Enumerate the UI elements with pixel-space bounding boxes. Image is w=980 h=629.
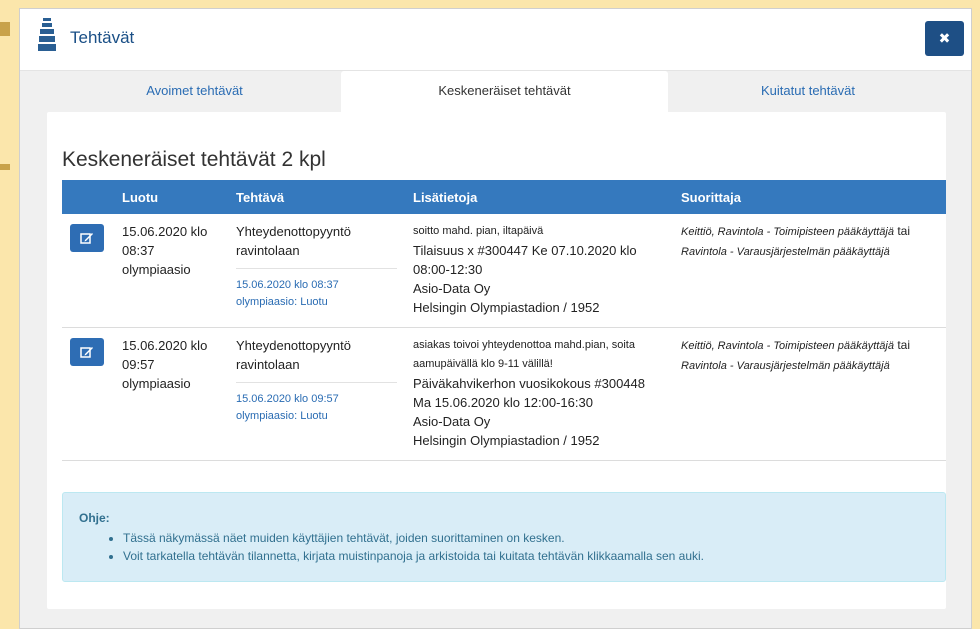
cell-performer: Keittiö, Ravintola - Toimipisteen pääkäy… xyxy=(673,328,946,461)
info-company: Asio-Data Oy xyxy=(413,281,491,296)
info-event-time: Ma 15.06.2020 klo 12:00-16:30 xyxy=(413,395,593,410)
task-meta-status: olympiaasio: Luotu xyxy=(236,296,328,308)
tasks-table: Luotu Tehtävä Lisätietoja Suorittaja 15.… xyxy=(62,180,946,461)
background-accent xyxy=(0,164,10,170)
created-date: 15.06.2020 klo xyxy=(122,224,208,239)
row-actions xyxy=(62,328,114,461)
help-list: Tässä näkymässä näet muiden käyttäjien t… xyxy=(79,529,929,565)
created-by: olympiaasio xyxy=(122,376,191,391)
cell-info: soitto mahd. pian, iltapäivä Tilaisuus x… xyxy=(405,214,673,328)
created-date: 15.06.2020 klo xyxy=(122,338,208,353)
modal-title: Tehtävät xyxy=(70,28,135,47)
table-row[interactable]: 15.06.2020 klo 09:57 olympiaasio Yhteyde… xyxy=(62,328,946,461)
tab-open-tasks[interactable]: Avoimet tehtävät xyxy=(48,71,341,113)
info-note: soitto mahd. pian, iltapäivä xyxy=(413,225,544,237)
edit-icon xyxy=(80,233,93,244)
info-venue: Helsingin Olympiastadion / 1952 xyxy=(413,300,600,315)
tab-in-progress-tasks[interactable]: Keskeneräiset tehtävät xyxy=(341,71,668,113)
column-header-info: Lisätietoja xyxy=(413,189,478,205)
table-row[interactable]: 15.06.2020 klo 08:37 olympiaasio Yhteyde… xyxy=(62,214,946,328)
info-event: Tilaisuus x #300447 Ke 07.10.2020 klo 08… xyxy=(413,243,637,277)
table-header-row: Luotu Tehtävä Lisätietoja Suorittaja xyxy=(62,180,946,214)
column-header-task: Tehtävä xyxy=(236,189,285,205)
tasks-modal: Tehtävät ✖ Avoimet tehtävät Keskeneräise… xyxy=(19,8,972,629)
close-button[interactable]: ✖ xyxy=(925,21,964,56)
cell-info: asiakas toivoi yhteydenottoa mahd.pian, … xyxy=(405,328,673,461)
performer-secondary: Ravintola - Varausjärjestelmän pääkäyttä… xyxy=(681,360,890,372)
info-note-continued: aamupäivällä klo 9-11 välillä! xyxy=(413,358,553,370)
cell-created: 15.06.2020 klo 08:37 olympiaasio xyxy=(114,214,228,328)
task-title: Yhteydenottopyyntö ravintolaan xyxy=(236,336,397,383)
performer-or: tai xyxy=(897,338,911,352)
performer-primary: Keittiö, Ravintola - Toimipisteen pääkäy… xyxy=(681,340,894,352)
task-meta-status: olympiaasio: Luotu xyxy=(236,410,328,422)
cell-performer: Keittiö, Ravintola - Toimipisteen pääkäy… xyxy=(673,214,946,328)
column-header-actions xyxy=(62,180,114,214)
edit-button[interactable] xyxy=(70,224,104,252)
modal-header: Tehtävät ✖ xyxy=(20,9,971,71)
info-note: asiakas toivoi yhteydenottoa mahd.pian, … xyxy=(413,339,635,351)
cell-task: Yhteydenottopyyntö ravintolaan 15.06.202… xyxy=(228,328,405,461)
column-header-performer: Suorittaja xyxy=(681,189,741,205)
help-item: Tässä näkymässä näet muiden käyttäjien t… xyxy=(123,529,929,547)
panel-title: Keskeneräiset tehtävät 2 kpl xyxy=(62,148,326,171)
performer-secondary: Ravintola - Varausjärjestelmän pääkäyttä… xyxy=(681,246,890,258)
tasks-panel: Keskeneräiset tehtävät 2 kpl Luotu Tehtä… xyxy=(47,112,946,609)
column-header-created: Luotu xyxy=(122,189,159,205)
cell-task: Yhteydenottopyyntö ravintolaan 15.06.202… xyxy=(228,214,405,328)
edit-button[interactable] xyxy=(70,338,104,366)
performer-primary: Keittiö, Ravintola - Toimipisteen pääkäy… xyxy=(681,226,894,238)
info-event: Päiväkahvikerhon vuosikokous #300448 xyxy=(413,376,645,391)
tab-bar: Avoimet tehtävät Keskeneräiset tehtävät … xyxy=(20,71,971,113)
info-company: Asio-Data Oy xyxy=(413,414,491,429)
task-meta-date: 15.06.2020 klo 09:57 xyxy=(236,393,339,405)
row-actions xyxy=(62,214,114,328)
cell-created: 15.06.2020 klo 09:57 olympiaasio xyxy=(114,328,228,461)
info-venue: Helsingin Olympiastadion / 1952 xyxy=(413,433,600,448)
task-meta-date: 15.06.2020 klo 08:37 xyxy=(236,279,339,291)
edit-icon xyxy=(80,347,93,358)
help-item: Voit tarkatella tehtävän tilannetta, kir… xyxy=(123,547,929,565)
tab-acknowledged-tasks[interactable]: Kuitatut tehtävät xyxy=(668,71,948,113)
help-box: Ohje: Tässä näkymässä näet muiden käyttä… xyxy=(62,492,946,582)
created-time: 08:37 xyxy=(122,243,155,258)
background-accent xyxy=(0,22,10,36)
created-by: olympiaasio xyxy=(122,262,191,277)
help-title: Ohje: xyxy=(79,511,110,525)
task-title: Yhteydenottopyyntö ravintolaan xyxy=(236,222,397,269)
app-logo-icon xyxy=(38,18,56,51)
performer-or: tai xyxy=(897,224,911,238)
created-time: 09:57 xyxy=(122,357,155,372)
background-strip xyxy=(0,0,19,629)
